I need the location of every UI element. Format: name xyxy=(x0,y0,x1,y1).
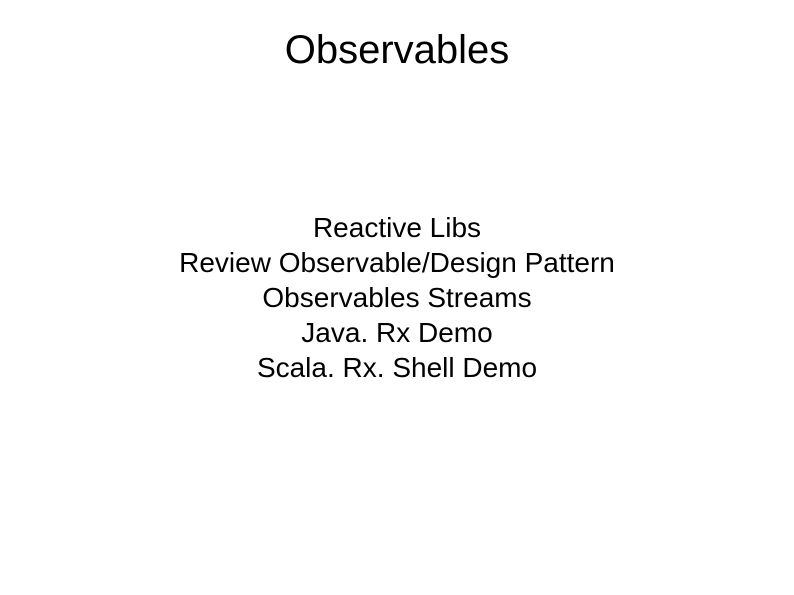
slide-title: Observables xyxy=(0,28,794,73)
content-line: Review Observable/Design Pattern xyxy=(0,245,794,280)
content-line: Observables Streams xyxy=(0,280,794,315)
slide-content: Reactive Libs Review Observable/Design P… xyxy=(0,210,794,385)
content-line: Java. Rx Demo xyxy=(0,315,794,350)
content-line: Scala. Rx. Shell Demo xyxy=(0,350,794,385)
content-line: Reactive Libs xyxy=(0,210,794,245)
